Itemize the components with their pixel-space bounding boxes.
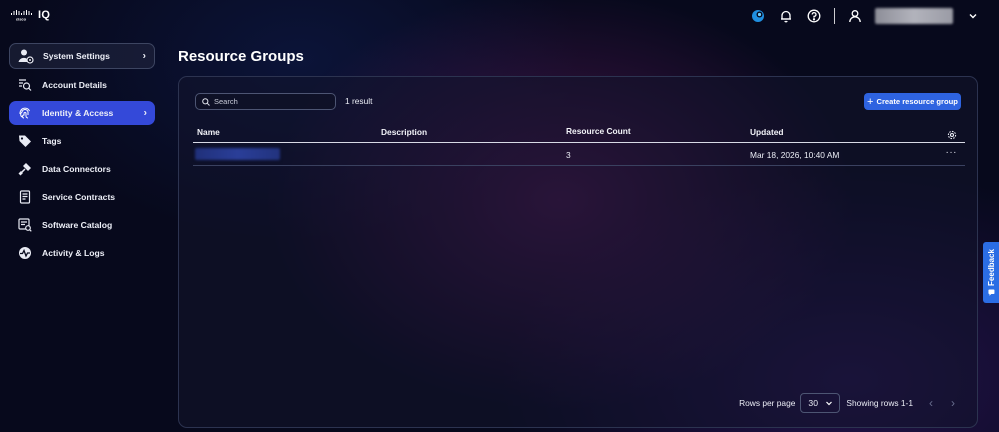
table-row[interactable]: 3 Mar 18, 2026, 10:40 AM ··· [193, 144, 965, 166]
sidebar-item-label: Service Contracts [42, 192, 116, 202]
create-button-label: Create resource group [876, 97, 958, 106]
resource-group-name-redacted[interactable] [195, 148, 280, 160]
search-icon [202, 97, 210, 106]
sidebar-item-label: Software Catalog [42, 220, 113, 230]
sidebar-item-account-details[interactable]: Account Details [9, 73, 155, 97]
cell-resource-count: 3 [566, 150, 571, 160]
pagination: Rows per page 30 Showing rows 1-1 ‹ › [739, 393, 963, 413]
next-page-icon[interactable]: › [943, 396, 963, 410]
chevron-right-icon: › [142, 50, 146, 62]
resource-groups-panel: Search 1 result + Create resource group … [178, 76, 978, 428]
sidebar-item-label: Account Details [42, 80, 107, 90]
sidebar-item-label: System Settings [43, 51, 110, 61]
activity-icon [17, 245, 33, 261]
table-header: Name Description Resource Count Updated [193, 123, 965, 143]
chevron-down-icon[interactable] [965, 8, 981, 24]
sidebar-item-service-contracts[interactable]: Service Contracts [9, 185, 155, 209]
user-icon[interactable] [847, 8, 863, 24]
product-name: IQ [38, 9, 51, 21]
fingerprint-icon [17, 105, 33, 121]
account-search-icon [17, 77, 33, 93]
sidebar-item-software-catalog[interactable]: Software Catalog [9, 213, 155, 237]
sidebar-item-label: Data Connectors [42, 164, 111, 174]
catalog-icon [17, 217, 33, 233]
column-header-name[interactable]: Name [197, 127, 220, 137]
create-resource-group-button[interactable]: + Create resource group [864, 93, 961, 110]
svg-text:cisco: cisco [16, 16, 27, 21]
search-placeholder: Search [214, 97, 238, 106]
header-actions [750, 8, 981, 24]
help-icon[interactable] [806, 8, 822, 24]
cisco-logo-icon: cisco [11, 9, 32, 21]
tag-icon [17, 133, 33, 149]
contract-icon [17, 189, 33, 205]
column-header-description[interactable]: Description [381, 127, 427, 137]
row-actions-icon[interactable]: ··· [946, 147, 958, 158]
sidebar: System Settings › Account Details Identi… [9, 43, 155, 269]
bell-icon[interactable] [778, 8, 794, 24]
sidebar-item-label: Tags [42, 136, 62, 146]
rows-per-page-label: Rows per page [739, 398, 796, 408]
sidebar-item-activity-logs[interactable]: Activity & Logs [9, 241, 155, 265]
gear-icon[interactable] [947, 127, 957, 145]
previous-page-icon[interactable]: ‹ [921, 396, 941, 410]
sidebar-item-identity-access[interactable]: Identity & Access › [9, 101, 155, 125]
feedback-icon [988, 289, 994, 296]
sidebar-item-system-settings[interactable]: System Settings › [9, 43, 155, 69]
column-header-updated[interactable]: Updated [750, 127, 784, 137]
plug-icon [17, 161, 33, 177]
cell-updated: Mar 18, 2026, 10:40 AM [750, 150, 840, 160]
column-header-resource-count[interactable]: Resource Count [566, 126, 631, 136]
showing-rows: Showing rows 1-1 [846, 398, 913, 408]
assistant-icon[interactable] [750, 8, 766, 24]
sidebar-item-tags[interactable]: Tags [9, 129, 155, 153]
feedback-label: Feedback [986, 249, 996, 286]
plus-icon: + [867, 95, 874, 108]
sidebar-item-data-connectors[interactable]: Data Connectors [9, 157, 155, 181]
feedback-tab[interactable]: Feedback [983, 242, 999, 303]
rows-per-page-select[interactable]: 30 [800, 393, 841, 413]
sidebar-item-label: Identity & Access [42, 108, 114, 118]
settings-user-icon [18, 48, 34, 64]
user-name-redacted[interactable] [875, 8, 953, 24]
search-input[interactable]: Search [195, 93, 336, 110]
header-divider [834, 8, 835, 24]
chevron-right-icon: › [143, 107, 147, 119]
sidebar-item-label: Activity & Logs [42, 248, 105, 258]
result-count: 1 result [345, 96, 373, 106]
rows-per-page-value: 30 [808, 398, 818, 408]
top-bar: cisco IQ [0, 0, 999, 34]
page-title: Resource Groups [178, 48, 304, 65]
cisco-iq-logo[interactable]: cisco IQ [10, 9, 50, 21]
chevron-down-icon [826, 401, 833, 406]
